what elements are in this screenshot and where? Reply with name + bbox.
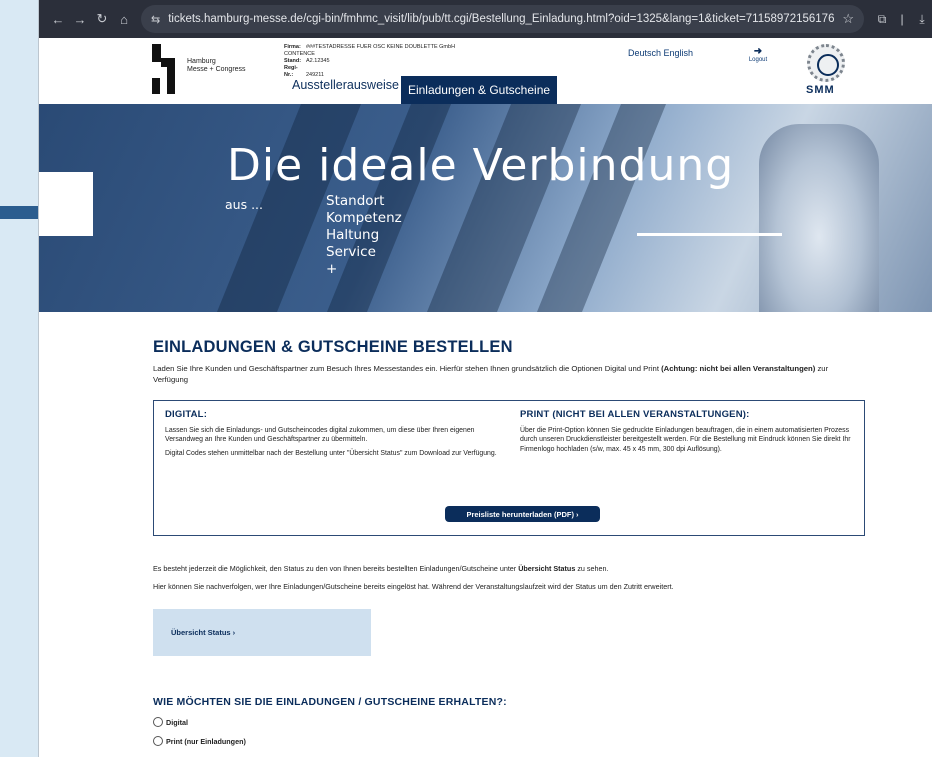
intro-text: Laden Sie Ihre Kunden und Geschäftspartn… <box>153 363 853 385</box>
hero-word: Kompetenz <box>326 210 402 226</box>
home-icon[interactable]: ⌂ <box>113 12 135 27</box>
option-print[interactable]: Print (nur Einladungen) <box>153 736 869 746</box>
address-bar[interactable]: ⇆ tickets.hamburg-messe.de/cgi-bin/fmhmc… <box>141 5 864 33</box>
status-info: Es besteht jederzeit die Möglichkeit, de… <box>153 564 869 592</box>
smm-logo[interactable]: SMM <box>803 42 849 100</box>
hero-word: Standort <box>326 193 385 209</box>
intro-text-bold: (Achtung: nicht bei allen Veranstaltunge… <box>661 364 816 373</box>
site-header: Hamburg Messe + Congress Firma: ###TESTAD… <box>39 38 932 104</box>
options-info-box: DIGITAL: Lassen Sie sich die Einladungs-… <box>153 400 865 536</box>
digital-radio[interactable] <box>153 717 163 727</box>
logo-line-2: Messe + Congress <box>187 66 246 73</box>
browser-toolbar: ← → ↻ ⌂ ⇆ tickets.hamburg-messe.de/cgi-b… <box>39 0 932 38</box>
print-column: PRINT (NICHT BEI ALLEN VERANSTALTUNGEN):… <box>520 409 860 458</box>
logo-line-1: Hamburg <box>187 58 216 65</box>
download-pricelist-button[interactable]: Preisliste herunterladen (PDF) › <box>445 506 600 522</box>
page-title: EINLADUNGEN & GUTSCHEINE BESTELLEN <box>153 338 513 356</box>
hero-banner: Die ideale Verbindung aus ... Standort K… <box>39 104 932 312</box>
firm-value: ###TESTADRESSE FUER OSC KEINE DOUBLETTE … <box>306 44 456 50</box>
hero-word-list: Standort Kompetenz Haltung Service + <box>326 193 402 278</box>
hero-white-line <box>637 233 782 236</box>
left-accent-bar <box>0 206 40 219</box>
download-icon[interactable]: ⤓ <box>912 12 932 27</box>
toolbar-separator: | <box>900 12 904 26</box>
tab-ausstellerausweise[interactable]: Ausstellerausweise <box>292 78 399 92</box>
hamburg-messe-logo[interactable]: Hamburg Messe + Congress <box>152 44 262 94</box>
receive-heading: WIE MÖCHTEN SIE DIE EINLADUNGEN / GUTSCH… <box>153 696 507 708</box>
hero-white-block <box>39 172 93 236</box>
print-radio-label[interactable]: Print (nur Einladungen) <box>166 737 246 746</box>
digital-text-2: Digital Codes stehen unmittelbar nach de… <box>165 449 497 457</box>
logout-label: Logout <box>748 57 768 63</box>
hero-word: + <box>326 261 338 277</box>
reload-icon[interactable]: ↻ <box>91 11 113 27</box>
digital-column: DIGITAL: Lassen Sie sich die Einladungs-… <box>165 409 505 462</box>
status-paragraph-2: Hier können Sie nachverfolgen, wer Ihre … <box>153 582 674 591</box>
tab-einladungen-gutscheine[interactable]: Einladungen & Gutscheine <box>401 76 557 104</box>
tv-tower-image <box>759 124 879 312</box>
status-text-bold: Übersicht Status <box>518 564 576 573</box>
firm-value-2: CONTENCE <box>284 51 315 57</box>
lang-english-link[interactable]: English <box>664 48 694 58</box>
print-radio[interactable] <box>153 736 163 746</box>
language-switch: Deutsch English <box>628 48 693 58</box>
main-content: EINLADUNGEN & GUTSCHEINE BESTELLEN Laden… <box>39 338 869 746</box>
lang-deutsch-link[interactable]: Deutsch <box>628 48 661 58</box>
url-text[interactable]: tickets.hamburg-messe.de/cgi-bin/fmhmc_v… <box>168 13 842 25</box>
regi-label: Regi-Nr.: <box>284 65 298 78</box>
smm-gear-icon <box>807 44 845 82</box>
print-text: Über die Print-Option können Sie gedruck… <box>520 427 851 453</box>
logout-button[interactable]: ➜ Logout <box>747 46 769 63</box>
back-icon[interactable]: ← <box>47 12 69 27</box>
logout-icon: ➜ <box>753 46 763 57</box>
digital-radio-label[interactable]: Digital <box>166 718 188 727</box>
firm-label: Firma: <box>284 44 301 50</box>
company-info: Firma: ###TESTADRESSE FUER OSC KEINE DOUB… <box>284 44 455 79</box>
status-paragraph-1: Es besteht jederzeit die Möglichkeit, de… <box>153 564 869 574</box>
option-digital[interactable]: Digital <box>153 717 869 727</box>
print-heading: PRINT (NICHT BEI ALLEN VERANSTALTUNGEN): <box>520 409 750 420</box>
extensions-icon[interactable]: ⧉ <box>872 12 892 27</box>
status-overview-button[interactable]: Übersicht Status › <box>153 609 371 656</box>
intro-text-a: Laden Sie Ihre Kunden und Geschäftspartn… <box>153 364 662 373</box>
forward-icon[interactable]: → <box>69 12 91 27</box>
browser-window: ← → ↻ ⌂ ⇆ tickets.hamburg-messe.de/cgi-b… <box>38 0 932 757</box>
hero-word: Service <box>326 244 376 260</box>
stand-label: Stand: <box>284 58 302 64</box>
smm-logo-text: SMM <box>806 84 835 96</box>
hero-title: Die ideale Verbindung <box>227 140 735 191</box>
digital-heading: DIGITAL: <box>165 409 208 420</box>
hero-aus: aus ... <box>225 197 263 212</box>
site-settings-icon[interactable]: ⇆ <box>151 13 160 26</box>
stand-value: A2.12345 <box>306 58 330 64</box>
status-text-a: Es besteht jederzeit die Möglichkeit, de… <box>153 564 519 573</box>
bookmark-star-icon[interactable]: ☆ <box>842 11 854 27</box>
digital-text-1: Lassen Sie sich die Einladungs- und Guts… <box>165 427 475 444</box>
status-text-c: zu sehen. <box>575 564 609 573</box>
hero-word: Haltung <box>326 227 380 243</box>
